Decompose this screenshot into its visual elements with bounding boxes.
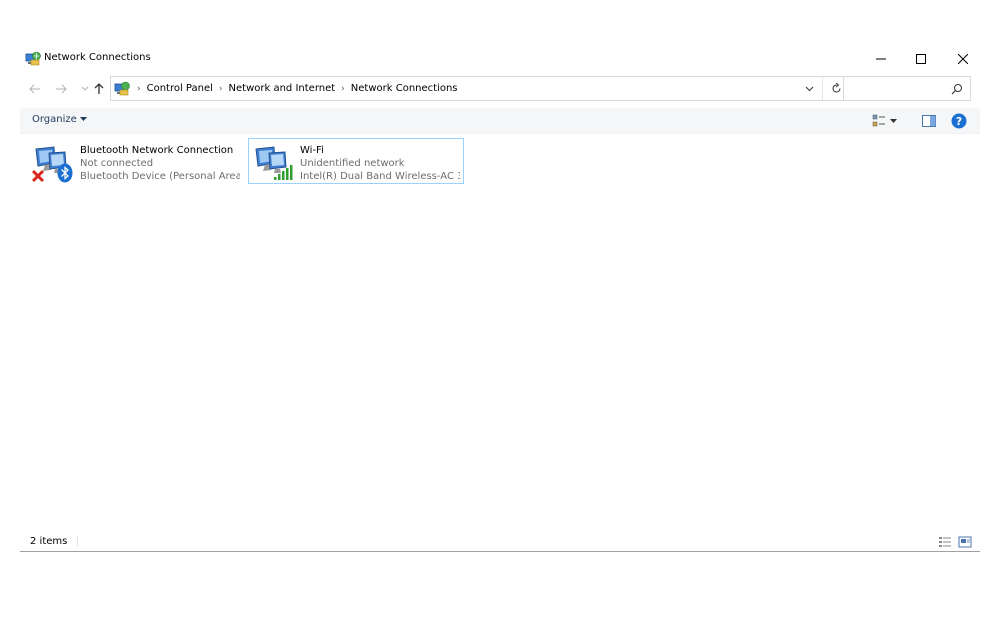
help-button[interactable]: ? [950, 112, 968, 130]
change-view-button[interactable] [872, 112, 906, 130]
connections-list: Bluetooth Network Connection Not connect… [20, 136, 980, 536]
connection-status: Unidentified network [300, 158, 405, 169]
preview-pane-button[interactable] [920, 112, 938, 130]
refresh-icon [832, 83, 841, 93]
navigation-bar: › Control Panel › Network and Internet ›… [20, 76, 980, 102]
search-icon [950, 82, 964, 96]
signal-bars-icon [273, 165, 293, 181]
close-button[interactable] [942, 44, 984, 74]
preview-pane-icon [922, 115, 936, 127]
control-panel-icon [114, 81, 130, 97]
details-view-icon [939, 537, 951, 547]
svg-text:?: ? [956, 115, 962, 128]
connection-status: Not connected [80, 158, 154, 169]
breadcrumb-control-panel[interactable]: Control Panel [147, 83, 213, 94]
connection-name: Bluetooth Network Connection [80, 145, 234, 156]
status-bar: 2 items [20, 532, 980, 552]
forward-button[interactable] [52, 80, 70, 98]
large-icons-view-icon [958, 536, 972, 548]
item-count: 2 items [30, 536, 79, 547]
minimize-button[interactable] [860, 44, 902, 74]
list-item-bluetooth-network-connection[interactable]: Bluetooth Network Connection Not connect… [28, 138, 244, 184]
explorer-window: Network Connections › Control Panel › Ne… [20, 44, 980, 554]
list-item-wifi[interactable]: Wi-Fi Unidentified network Intel(R) Dual… [248, 138, 464, 184]
title-bar[interactable]: Network Connections [20, 44, 980, 74]
connection-details: Bluetooth Network Connection Not connect… [80, 144, 240, 183]
connection-device: Bluetooth Device (Personal Area ... [80, 171, 240, 182]
chevron-right-icon[interactable]: › [137, 84, 141, 94]
search-input[interactable] [843, 76, 971, 101]
chevron-right-icon[interactable]: › [341, 84, 345, 94]
breadcrumb-network-and-internet[interactable]: Network and Internet [229, 83, 336, 94]
bluetooth-icon [57, 163, 73, 183]
up-button[interactable] [90, 80, 108, 98]
caret-down-icon [79, 117, 87, 121]
breadcrumb-network-connections[interactable]: Network Connections [351, 83, 458, 94]
large-icons-view-button[interactable] [958, 535, 972, 549]
disconnected-x-icon [31, 169, 45, 183]
organize-button[interactable]: Organize [32, 114, 87, 125]
window-title: Network Connections [44, 52, 151, 63]
chevron-right-icon[interactable]: › [219, 84, 223, 94]
view-icon [872, 114, 885, 127]
address-history-button[interactable] [799, 77, 819, 100]
help-icon: ? [951, 113, 967, 129]
maximize-button[interactable] [900, 44, 942, 74]
command-bar: Organize ? [20, 108, 980, 134]
details-view-button[interactable] [938, 535, 952, 549]
chevron-down-icon [805, 86, 813, 91]
back-button[interactable] [26, 80, 44, 98]
breadcrumb: › Control Panel › Network and Internet ›… [131, 83, 458, 94]
connection-name: Wi-Fi [300, 145, 324, 156]
network-connections-icon [25, 51, 41, 67]
connection-details: Wi-Fi Unidentified network Intel(R) Dual… [300, 144, 460, 183]
connection-device: Intel(R) Dual Band Wireless-AC 31... [300, 171, 460, 182]
caret-down-icon[interactable] [890, 118, 897, 124]
address-bar[interactable]: › Control Panel › Network and Internet ›… [110, 76, 852, 101]
organize-label: Organize [32, 114, 77, 125]
